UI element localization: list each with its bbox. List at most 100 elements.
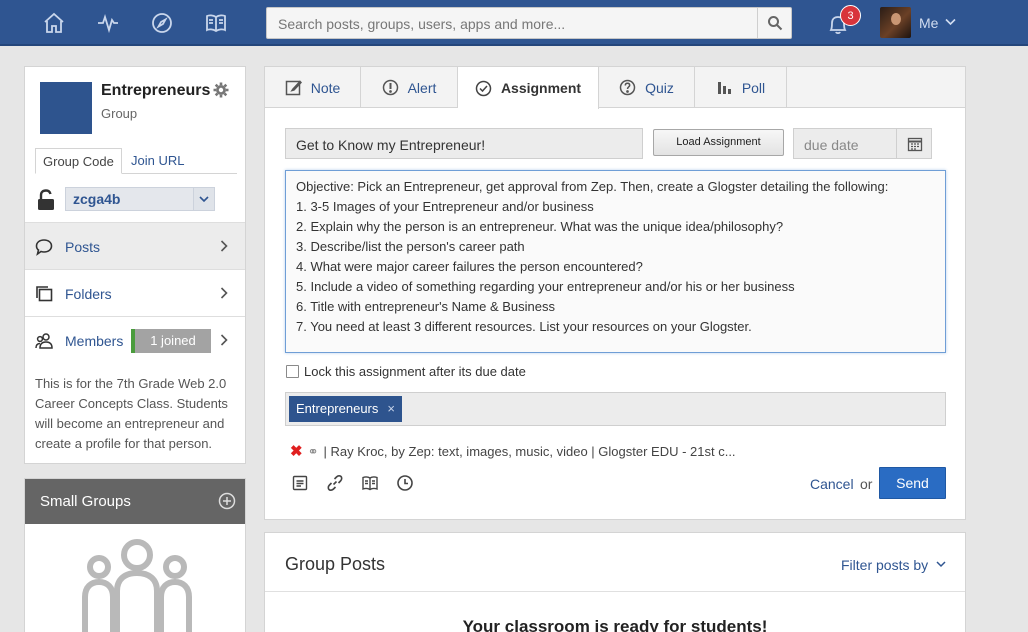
group-code-value: zcga4b [73, 191, 121, 207]
classroom-ready-message: Your classroom is ready for students! [462, 617, 768, 632]
due-date-placeholder: due date [804, 137, 859, 153]
search-field[interactable]: Search posts, groups, users, apps and mo… [266, 7, 792, 39]
alert-icon [382, 79, 398, 96]
members-icon [35, 333, 53, 349]
assignment-title-value: Get to Know my Entrepreneur! [296, 137, 486, 153]
sidebar-item-label: Posts [65, 239, 101, 255]
description-line: 5. Include a video of something regardin… [296, 279, 795, 294]
chevron-down-icon [199, 195, 209, 202]
post-composer: Note Alert Assignment Quiz Poll Get to K… [264, 66, 966, 520]
check-circle-icon [475, 80, 492, 96]
group-description: This is for the 7th Grade Web 2.0 Career… [35, 376, 228, 451]
tab-quiz[interactable]: Quiz [599, 67, 695, 108]
attachment-row: ✖ ⚭ | Ray Kroc, by Zep: text, images, musi… [290, 442, 736, 460]
description-line: 7. You need at least 3 different resourc… [296, 319, 752, 334]
assignment-title-input[interactable]: Get to Know my Entrepreneur! [285, 128, 643, 159]
filter-posts-dropdown[interactable]: Filter posts by [841, 557, 946, 573]
divider [265, 591, 965, 592]
backpack-icon[interactable] [189, 0, 243, 46]
description-line: Objective: Pick an Entrepreneur, get app… [296, 179, 889, 194]
tab-label: Assignment [500, 80, 582, 96]
lock-open-icon[interactable] [36, 189, 56, 211]
chevron-down-icon [936, 561, 946, 568]
bar-chart-icon [717, 82, 731, 94]
note-icon [285, 80, 302, 96]
load-assignment-button[interactable]: Load Assignment [653, 129, 784, 156]
group-code-dropdown[interactable] [193, 187, 215, 211]
sidebar-item-label: Members [65, 333, 124, 349]
lock-assignment-checkbox[interactable] [286, 365, 299, 378]
file-attach-icon[interactable] [291, 474, 309, 492]
send-button[interactable]: Send [879, 467, 946, 499]
remove-recipient-icon[interactable]: × [387, 401, 395, 416]
description-line: 6. Title with entrepreneur's Name & Busi… [296, 299, 555, 314]
avatar[interactable] [880, 7, 911, 38]
attachment-link-title[interactable]: | Ray Kroc, by Zep: text, images, music,… [323, 444, 735, 459]
assignment-description-textarea[interactable]: Objective: Pick an Entrepreneur, get app… [285, 170, 946, 353]
tab-poll[interactable]: Poll [695, 67, 787, 108]
link-icon: ⚭ [307, 444, 319, 459]
top-navigation-bar: Search posts, groups, users, apps and mo… [0, 0, 1028, 46]
or-separator: or [860, 476, 873, 492]
search-icon [767, 16, 782, 31]
remove-attachment-icon[interactable]: ✖ [290, 443, 303, 460]
people-group-icon [82, 539, 192, 632]
description-line: 4. What were major career failures the p… [296, 259, 643, 274]
compass-icon[interactable] [135, 0, 189, 46]
lock-assignment-label: Lock this assignment after its due date [304, 364, 526, 379]
user-menu-label[interactable]: Me [919, 15, 938, 31]
sidebar-item-posts[interactable]: Posts [25, 222, 245, 269]
cancel-button[interactable]: Cancel [810, 476, 854, 492]
tab-join-url[interactable]: Join URL [124, 148, 191, 174]
tab-label: Note [310, 79, 341, 96]
notification-count-badge[interactable]: 3 [840, 5, 861, 26]
tab-assignment[interactable]: Assignment [458, 67, 599, 109]
sidebar-item-label: Folders [65, 286, 112, 302]
chevron-right-icon [220, 287, 228, 299]
question-icon [619, 79, 636, 96]
search-input[interactable]: Search posts, groups, users, apps and mo… [278, 16, 565, 32]
activity-icon[interactable] [81, 0, 135, 46]
due-date-field[interactable]: due date [793, 128, 932, 159]
speech-bubble-icon [35, 239, 53, 256]
group-type-label: Group [101, 106, 138, 121]
tab-note[interactable]: Note [265, 67, 361, 108]
tab-label: Poll [741, 79, 766, 96]
clock-icon[interactable] [396, 474, 414, 492]
tab-label: Quiz [645, 79, 674, 96]
add-small-group-icon[interactable] [218, 492, 236, 510]
recipient-chip-label: Entrepreneurs [296, 401, 379, 416]
tab-group-code[interactable]: Group Code [35, 148, 122, 174]
group-name[interactable]: Entrepreneurs [101, 82, 210, 100]
recipient-chip[interactable]: Entrepreneurs × [289, 396, 402, 422]
gear-icon[interactable] [213, 82, 229, 98]
composer-tabs: Note Alert Assignment Quiz Poll [265, 67, 965, 109]
search-button[interactable] [757, 8, 791, 38]
calendar-button[interactable] [896, 129, 932, 158]
chevron-right-icon [220, 240, 228, 252]
tab-alert[interactable]: Alert [361, 67, 458, 108]
folders-icon [36, 286, 53, 302]
sidebar-item-members[interactable]: Members 1 joined [25, 316, 245, 363]
small-groups-header: Small Groups [25, 479, 245, 524]
chevron-right-icon [220, 334, 228, 346]
description-line: 3. Describe/list the person's career pat… [296, 239, 525, 254]
group-info-card: Entrepreneurs Group Group Code Join URL … [24, 66, 246, 464]
home-icon[interactable] [27, 0, 81, 46]
tab-label: Alert [407, 79, 437, 96]
small-groups-title: Small Groups [40, 493, 131, 510]
small-groups-card: Small Groups [24, 478, 246, 632]
link-icon[interactable] [326, 474, 344, 492]
filter-posts-label: Filter posts by [841, 557, 929, 573]
group-posts-card: Group Posts Filter posts by Your classro… [264, 532, 966, 632]
group-code-tabs: Group Code Join URL [35, 148, 237, 174]
library-book-icon[interactable] [361, 474, 379, 492]
description-line: 1. 3-5 Images of your Entrepreneur and/o… [296, 199, 594, 214]
description-line: 2. Explain why the person is an entrepre… [296, 219, 784, 234]
group-posts-title: Group Posts [285, 554, 386, 574]
sidebar-item-folders[interactable]: Folders [25, 269, 245, 316]
chevron-down-icon[interactable] [945, 18, 956, 26]
recipients-field[interactable]: Entrepreneurs × [285, 392, 946, 426]
members-joined-badge: 1 joined [131, 329, 211, 353]
lock-after-due-option[interactable]: Lock this assignment after its due date [286, 364, 526, 379]
